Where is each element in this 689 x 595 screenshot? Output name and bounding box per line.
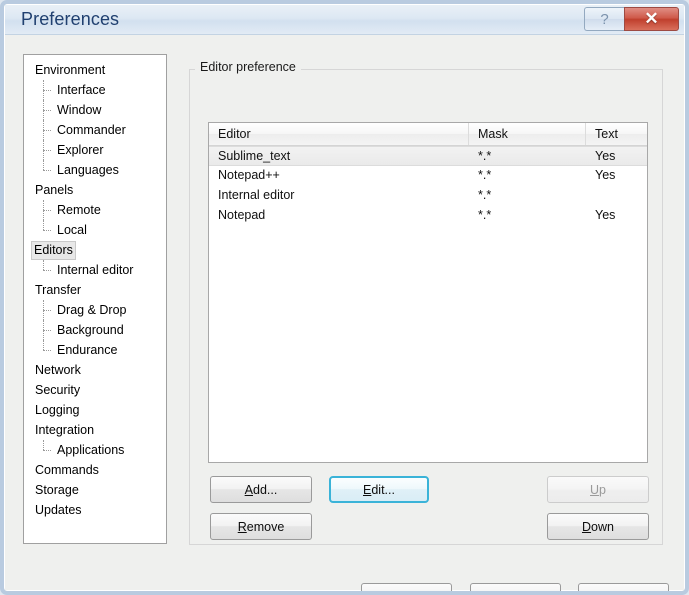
- sidebar-item-label: Window: [57, 103, 102, 117]
- add-button[interactable]: Add...: [210, 476, 312, 503]
- table-row[interactable]: Notepad++ *.* Yes: [209, 166, 647, 186]
- sidebar-item-internal-editor[interactable]: Internal editor: [24, 260, 166, 280]
- editor-list-body: Sublime_text *.* Yes Notepad++ *.* Yes Interna…: [209, 146, 647, 226]
- sidebar-item-label: Applications: [57, 443, 125, 457]
- sidebar-item-local[interactable]: Local: [24, 220, 166, 240]
- remove-button[interactable]: Remove: [210, 513, 312, 540]
- column-header-editor[interactable]: Editor: [209, 123, 469, 145]
- editor-list-view[interactable]: Editor Mask Text Sublime_text *.* Yes Notepad…: [208, 122, 648, 463]
- cell-mask: *.*: [478, 188, 492, 202]
- sidebar-item-label: Environment: [35, 63, 106, 77]
- remove-button-label: emove: [246, 519, 285, 534]
- sidebar-item-languages[interactable]: Languages: [24, 160, 166, 180]
- window-inner-frame: Preferences ? ✕ Environment Interface Wind…: [4, 4, 685, 591]
- sidebar-item-network[interactable]: Network: [24, 360, 166, 380]
- help-icon-button[interactable]: ?: [584, 7, 624, 31]
- editor-list-header: Editor Mask Text: [209, 123, 647, 146]
- sidebar-item-transfer[interactable]: Transfer: [24, 280, 166, 300]
- sidebar-item-drag-drop[interactable]: Drag & Drop: [24, 300, 166, 320]
- sidebar-item-label: Commander: [57, 123, 126, 137]
- move-down-button-label: own: [591, 519, 614, 534]
- sidebar-item-updates[interactable]: Updates: [24, 500, 166, 520]
- sidebar-item-logging[interactable]: Logging: [24, 400, 166, 420]
- sidebar-item-label: Drag & Drop: [57, 303, 127, 317]
- settings-tree-panel[interactable]: Environment Interface Window Commander Explo…: [23, 54, 167, 544]
- column-header-mask[interactable]: Mask: [469, 123, 586, 145]
- sidebar-item-background[interactable]: Background: [24, 320, 166, 340]
- sidebar-item-label: Local: [57, 223, 87, 237]
- cell-editor: Sublime_text: [218, 149, 291, 163]
- sidebar-item-security[interactable]: Security: [24, 380, 166, 400]
- sidebar-item-endurance[interactable]: Endurance: [24, 340, 166, 360]
- preferences-window: Preferences ? ✕ Environment Interface Wind…: [0, 0, 689, 595]
- sidebar-item-commander[interactable]: Commander: [24, 120, 166, 140]
- cancel-button[interactable]: Cancel: [470, 583, 561, 591]
- remove-button-accel: R: [237, 519, 247, 534]
- sidebar-item-label: Languages: [57, 163, 119, 177]
- sidebar-item-label: Commands: [35, 463, 99, 477]
- sidebar-item-label: Logging: [35, 403, 80, 417]
- settings-tree-list: Environment Interface Window Commander Explo…: [24, 55, 166, 520]
- ok-button[interactable]: OK: [361, 583, 452, 591]
- sidebar-item-applications[interactable]: Applications: [24, 440, 166, 460]
- sidebar-item-panels[interactable]: Panels: [24, 180, 166, 200]
- sidebar-item-label: Updates: [35, 503, 82, 517]
- title-bar[interactable]: Preferences ? ✕: [5, 5, 684, 35]
- sidebar-item-label: Explorer: [57, 143, 104, 157]
- cell-editor: Internal editor: [218, 188, 295, 202]
- sidebar-item-label: Transfer: [35, 283, 82, 297]
- cell-text: Yes: [595, 168, 616, 182]
- close-icon-button[interactable]: ✕: [624, 7, 679, 31]
- sidebar-item-environment[interactable]: Environment: [24, 60, 166, 80]
- sidebar-item-window[interactable]: Window: [24, 100, 166, 120]
- cell-text: Yes: [595, 149, 616, 163]
- cell-editor: Notepad++: [218, 168, 280, 182]
- editor-preference-title: Editor preference: [195, 60, 301, 74]
- add-button-label: dd...: [253, 482, 278, 497]
- table-row[interactable]: Internal editor *.*: [209, 186, 647, 206]
- title-bar-buttons: ? ✕: [584, 7, 679, 32]
- sidebar-item-interface[interactable]: Interface: [24, 80, 166, 100]
- sidebar-item-integration[interactable]: Integration: [24, 420, 166, 440]
- edit-button[interactable]: Edit...: [329, 476, 429, 503]
- move-up-button-accel: U: [590, 482, 600, 497]
- move-up-button[interactable]: Up: [547, 476, 649, 503]
- cell-mask: *.*: [478, 168, 492, 182]
- sidebar-item-label: Editors: [31, 241, 76, 260]
- sidebar-item-label: Interface: [57, 83, 106, 97]
- sidebar-item-label: Network: [35, 363, 81, 377]
- cell-mask: *.*: [478, 149, 492, 163]
- edit-button-accel: E: [363, 482, 372, 497]
- cell-text: [586, 186, 647, 206]
- move-down-button-accel: D: [582, 519, 592, 534]
- sidebar-item-label: Background: [57, 323, 124, 337]
- sidebar-item-label: Internal editor: [57, 263, 134, 277]
- sidebar-item-label: Panels: [35, 183, 74, 197]
- table-row[interactable]: Notepad *.* Yes: [209, 206, 647, 226]
- sidebar-item-label: Integration: [35, 423, 95, 437]
- help-button[interactable]: Help: [578, 583, 669, 591]
- cell-text: Yes: [595, 208, 616, 222]
- sidebar-item-explorer[interactable]: Explorer: [24, 140, 166, 160]
- dialog-body: Environment Interface Window Commander Explo…: [5, 35, 684, 591]
- sidebar-item-editors[interactable]: Editors: [24, 240, 166, 260]
- sidebar-item-label: Storage: [35, 483, 79, 497]
- window-title: Preferences: [21, 9, 120, 29]
- move-down-button[interactable]: Down: [547, 513, 649, 540]
- column-header-text[interactable]: Text: [586, 123, 647, 145]
- sidebar-item-label: Remote: [57, 203, 101, 217]
- edit-button-label: dit...: [371, 482, 395, 497]
- move-up-button-label: p: [599, 482, 606, 497]
- sidebar-item-label: Security: [35, 383, 81, 397]
- add-button-accel: A: [244, 482, 253, 497]
- cell-mask: *.*: [478, 208, 492, 222]
- cell-editor: Notepad: [218, 208, 266, 222]
- sidebar-item-remote[interactable]: Remote: [24, 200, 166, 220]
- sidebar-item-label: Endurance: [57, 343, 118, 357]
- sidebar-item-storage[interactable]: Storage: [24, 480, 166, 500]
- sidebar-item-commands[interactable]: Commands: [24, 460, 166, 480]
- table-row[interactable]: Sublime_text *.* Yes: [209, 146, 647, 166]
